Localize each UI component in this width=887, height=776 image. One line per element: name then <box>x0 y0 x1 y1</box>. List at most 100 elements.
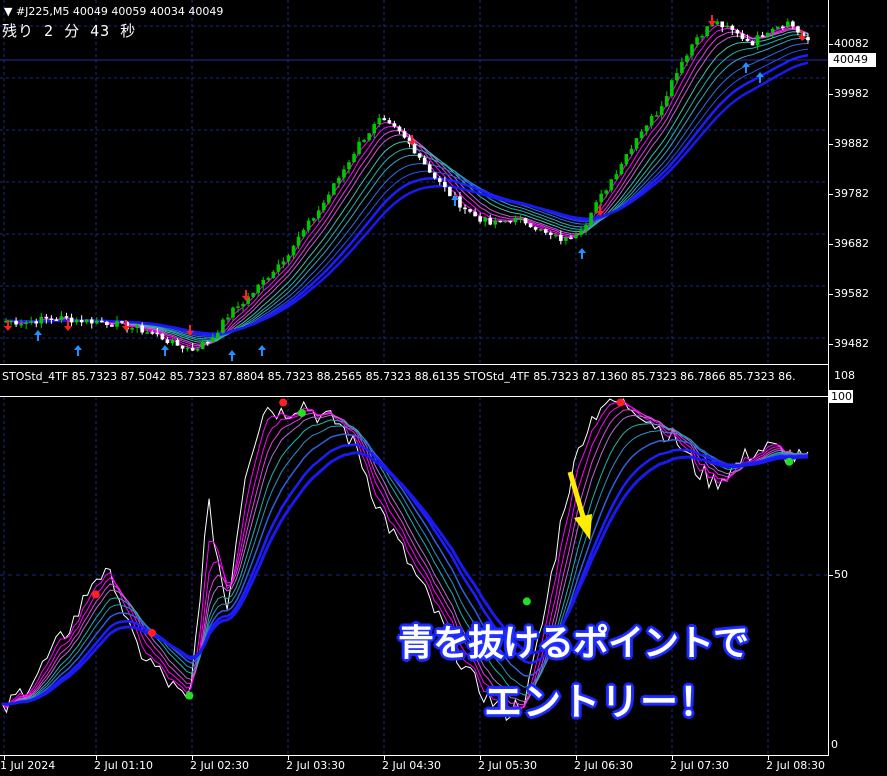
bull-candle <box>185 347 190 350</box>
bull-candle <box>357 141 361 154</box>
buy-signal-dot <box>522 597 531 606</box>
bear-candle <box>397 126 402 132</box>
bear-candle <box>120 321 124 323</box>
bear-candle <box>508 220 513 223</box>
bull-candle <box>362 139 366 142</box>
price-axis-label: 39882 <box>834 137 869 150</box>
moving-average-line <box>6 37 809 340</box>
price-tick <box>829 94 833 95</box>
bull-candle <box>327 194 331 203</box>
bull-candle <box>675 72 679 81</box>
bear-candle <box>523 218 528 224</box>
bull-candle <box>200 341 205 350</box>
buy-arrow-icon <box>228 350 236 361</box>
bull-candle <box>574 234 578 239</box>
bull-candle <box>332 183 336 195</box>
bull-candle <box>609 179 614 191</box>
bull-candle <box>786 21 790 28</box>
bear-candle <box>34 321 39 324</box>
bear-candle <box>533 227 538 230</box>
bear-candle <box>559 234 563 241</box>
price-tick <box>829 344 833 345</box>
bear-candle <box>422 157 427 165</box>
bear-candle <box>205 341 210 344</box>
price-axis-label: 39982 <box>834 87 869 100</box>
bull-candle <box>94 320 99 324</box>
bull-candle <box>659 106 664 116</box>
bull-candle <box>619 164 624 175</box>
time-axis-label: 2 Jul 04:30 <box>382 759 441 772</box>
bull-candle <box>301 229 306 237</box>
symbol-dropdown-icon[interactable]: ▼ <box>4 5 12 18</box>
bull-candle <box>74 319 79 323</box>
bull-candle <box>130 328 134 330</box>
bull-candle <box>337 177 341 184</box>
bear-candle <box>730 25 735 31</box>
indicator-axis-top-label: 108 <box>834 369 855 382</box>
price-tick <box>829 194 833 195</box>
bear-candle <box>190 347 195 351</box>
bear-candle <box>760 35 765 37</box>
time-axis-label: 2 Jul 01:10 <box>94 759 153 772</box>
bear-candle <box>488 217 493 225</box>
moving-average-line <box>6 27 809 347</box>
bull-candle <box>261 279 266 285</box>
bull-candle <box>271 271 276 278</box>
bear-candle <box>458 196 462 208</box>
bear-candle <box>64 316 69 318</box>
bull-candle <box>654 115 659 117</box>
bull-candle <box>649 116 654 126</box>
buy-arrow-icon <box>258 345 266 356</box>
bull-candle <box>755 35 760 46</box>
stochastic-line <box>1 400 809 715</box>
bull-candle <box>589 212 593 225</box>
moving-average-line <box>6 42 809 338</box>
bear-candle <box>569 237 573 240</box>
bear-candle <box>498 220 503 223</box>
bear-candle <box>417 153 422 158</box>
bear-candle <box>543 229 548 233</box>
buy-arrow-icon <box>578 248 586 259</box>
bull-candle <box>311 218 316 221</box>
annotation-text-line2: エントリー！ <box>484 680 719 724</box>
bull-candle <box>231 307 235 318</box>
buy-signal-dot <box>785 457 794 466</box>
bull-candle <box>342 169 346 178</box>
bear-candle <box>14 320 18 325</box>
bull-candle <box>503 220 508 223</box>
bull-candle <box>377 118 382 125</box>
bear-candle <box>427 164 432 173</box>
bear-candle <box>412 143 417 154</box>
bear-candle <box>448 187 452 197</box>
price-axis-label: 39582 <box>834 287 869 300</box>
buy-arrow-icon <box>161 345 169 356</box>
time-axis-label: 2 Jul 03:30 <box>286 759 345 772</box>
bear-candle <box>806 37 810 41</box>
bear-candle <box>382 118 387 121</box>
bull-candle <box>347 162 351 170</box>
callout-arrow-icon <box>574 514 592 540</box>
current-price-box: 40049 <box>829 53 876 67</box>
bull-candle <box>9 320 13 323</box>
bull-candle <box>599 193 603 203</box>
bear-candle <box>463 207 467 210</box>
bull-candle <box>29 321 34 323</box>
sell-signal-dot <box>616 398 625 407</box>
bear-candle <box>443 181 447 188</box>
symbol-info-label: ▼ #J225,M5 40049 40059 40034 40049 <box>4 5 223 18</box>
bull-candle <box>634 138 639 149</box>
bull-candle <box>372 124 377 134</box>
bull-candle <box>664 96 669 107</box>
moving-average-line <box>6 61 809 335</box>
bear-candle <box>110 324 114 327</box>
bull-candle <box>195 349 200 351</box>
bull-candle <box>241 303 245 307</box>
bear-candle <box>140 325 144 333</box>
price-tick <box>829 244 833 245</box>
bull-candle <box>84 319 89 323</box>
bull-candle <box>715 21 720 25</box>
bear-candle <box>402 131 407 138</box>
bull-candle <box>685 55 689 62</box>
time-axis-label: 2 Jul 06:30 <box>574 759 633 772</box>
bear-candle <box>437 178 442 182</box>
